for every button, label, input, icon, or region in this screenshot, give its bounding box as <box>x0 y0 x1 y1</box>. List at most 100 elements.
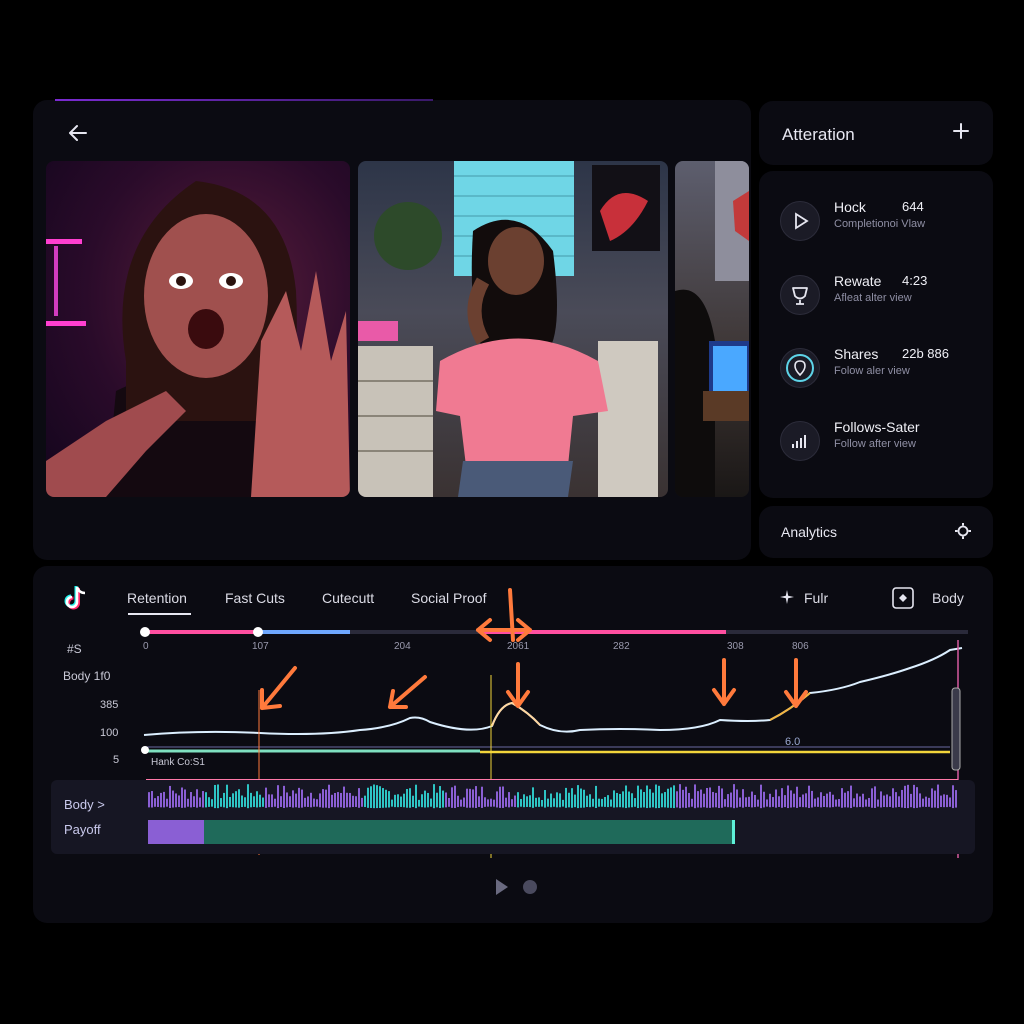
arrow-expand-icon <box>476 588 532 642</box>
waveform-bar <box>622 791 624 808</box>
waveform-bar <box>502 786 504 808</box>
waveform-bar <box>454 785 456 809</box>
waveform-bar <box>340 792 342 808</box>
waveform-bar <box>517 792 519 808</box>
waveform-bar <box>577 785 579 809</box>
waveform-bar <box>769 793 771 808</box>
waveform-bar <box>373 784 375 809</box>
waveform-bar <box>205 792 207 808</box>
waveform-bar <box>487 799 489 807</box>
arrow-down-icon <box>388 675 427 709</box>
waveform-bar <box>526 796 528 807</box>
waveform-bar <box>742 789 744 808</box>
marker-label: Hank Co:S1 <box>151 757 205 768</box>
waveform-bar <box>199 797 201 807</box>
waveform-bar <box>262 797 264 807</box>
waveform-bar <box>856 793 858 808</box>
waveform-bar <box>907 784 909 809</box>
waveform-bar <box>712 791 714 808</box>
waveform-bar <box>547 798 549 807</box>
axis-label: Body 1f0 <box>63 669 111 683</box>
waveform-bar <box>511 799 513 807</box>
waveform-bar <box>436 792 438 808</box>
waveform-bar <box>385 789 387 808</box>
tick-label: 107 <box>252 641 269 652</box>
waveform-bar <box>862 793 864 808</box>
waveform-bar <box>391 799 393 807</box>
waveform-bar <box>682 789 684 808</box>
waveform-bar <box>568 792 570 808</box>
waveform-bar <box>751 791 753 808</box>
waveform-bar <box>661 793 663 808</box>
track-label-body[interactable]: Body > <box>64 797 105 812</box>
arrow-down-icon <box>784 658 808 708</box>
track-label-payoff[interactable]: Payoff <box>64 822 101 837</box>
waveform-bar <box>355 796 357 807</box>
waveform-bar <box>346 792 348 808</box>
waveform-bar <box>175 793 177 808</box>
waveform-bar <box>952 785 954 809</box>
waveform-bar <box>703 793 705 808</box>
waveform-bar <box>748 796 750 807</box>
waveform-bar <box>583 789 585 808</box>
waveform-bar <box>364 795 366 808</box>
waveform-bar <box>343 786 345 808</box>
waveform-bar <box>469 788 471 808</box>
tick-label: 308 <box>727 641 744 652</box>
waveform-bar <box>565 787 567 808</box>
waveform-bar <box>370 786 372 808</box>
waveform-bar <box>313 798 315 807</box>
waveform-bar <box>349 792 351 808</box>
waveform-bar <box>271 794 273 808</box>
waveform-bar <box>808 785 810 809</box>
waveform-bar <box>208 797 210 807</box>
waveform-bar <box>832 794 834 808</box>
waveform-bar <box>655 784 657 809</box>
waveform-bar <box>883 795 885 808</box>
waveform-bar <box>379 786 381 808</box>
waveform-bar <box>481 786 483 808</box>
waveform-bar <box>928 797 930 807</box>
playback-controls[interactable] <box>494 877 542 897</box>
waveform-bar <box>853 798 855 807</box>
waveform-bar <box>604 797 606 807</box>
waveform-bar <box>916 787 918 808</box>
waveform-bar <box>532 787 534 808</box>
waveform-bar <box>709 787 711 808</box>
waveform-bar <box>772 797 774 807</box>
waveform-bar <box>619 793 621 808</box>
waveform-bar <box>232 793 234 808</box>
waveform-bar <box>448 797 450 807</box>
waveform-bar <box>427 792 429 808</box>
waveform-bar <box>607 795 609 808</box>
waveform-bar <box>898 796 900 807</box>
waveform-bar <box>193 796 195 807</box>
waveform-bar <box>634 798 636 807</box>
tick-label: 204 <box>394 641 411 652</box>
waveform-bar <box>253 796 255 807</box>
waveform-bar <box>706 787 708 808</box>
waveform-bar <box>550 793 552 808</box>
waveform-bar <box>841 788 843 808</box>
waveform-bar <box>580 788 582 808</box>
waveform-bar <box>514 795 516 808</box>
waveform-bar <box>397 794 399 808</box>
waveform-bar <box>613 790 615 808</box>
waveform-bar <box>847 791 849 808</box>
waveform-bar <box>865 799 867 807</box>
waveform-bar <box>475 786 477 808</box>
waveform-bar <box>442 790 444 808</box>
waveform-bar <box>334 792 336 808</box>
waveform-bar <box>571 788 573 808</box>
waveform-bar <box>679 784 681 809</box>
waveform-bar <box>283 785 285 809</box>
waveform-bar <box>889 796 891 807</box>
waveform-bar <box>778 796 780 807</box>
waveform-bar <box>697 791 699 808</box>
waveform-bar <box>352 795 354 808</box>
waveform-bar <box>163 791 165 808</box>
tick-label: 2061 <box>507 641 530 652</box>
record-dot-icon <box>523 880 537 894</box>
waveform-bar <box>190 792 192 808</box>
waveform-bar <box>610 799 612 807</box>
